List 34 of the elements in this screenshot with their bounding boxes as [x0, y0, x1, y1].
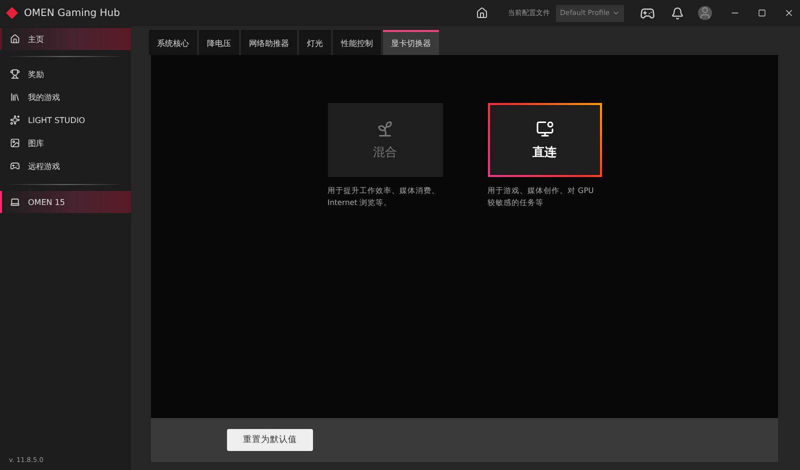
trophy-icon	[10, 69, 20, 79]
sidebar-item[interactable]: 主页	[0, 28, 131, 50]
tab[interactable]: 灯光	[299, 30, 331, 55]
device-item[interactable]: OMEN 15	[0, 191, 131, 213]
sidebar-item[interactable]: 图库	[0, 132, 131, 154]
sidebar-item[interactable]: 奖励	[0, 63, 131, 85]
reset-button[interactable]: 重置为默认值	[227, 429, 313, 451]
laptop-icon	[10, 197, 20, 207]
library-icon	[10, 92, 20, 102]
tab[interactable]: 系统核心	[149, 30, 197, 55]
tab[interactable]: 性能控制	[333, 30, 381, 55]
gamepad-icon[interactable]	[640, 6, 655, 20]
home-icon	[10, 34, 20, 44]
sprout-icon	[376, 120, 394, 138]
logo-icon	[6, 7, 18, 19]
caret-icon	[612, 9, 620, 17]
notification-icon[interactable]	[671, 6, 684, 20]
sidebar-item[interactable]: 远程游戏	[0, 155, 131, 177]
close-icon[interactable]	[784, 8, 794, 18]
tab[interactable]: 显卡切换器	[383, 30, 439, 55]
tab[interactable]: 降电压	[199, 30, 239, 55]
home-icon[interactable]	[476, 7, 488, 19]
tab[interactable]: 网络助推器	[241, 30, 297, 55]
mode-card[interactable]: 混合	[328, 103, 442, 177]
picture-icon	[10, 138, 20, 148]
sidebar-item[interactable]: LIGHT STUDIO	[0, 109, 131, 131]
monitor-icon	[536, 120, 554, 138]
avatar-icon[interactable]	[698, 6, 712, 20]
mode-card[interactable]: 直连	[488, 103, 602, 177]
sparkle-icon	[10, 115, 20, 125]
window-title: OMEN Gaming Hub	[24, 8, 120, 18]
maximize-icon[interactable]	[758, 9, 766, 17]
sidebar-item[interactable]: 我的游戏	[0, 86, 131, 108]
gamepad-icon	[10, 161, 20, 171]
